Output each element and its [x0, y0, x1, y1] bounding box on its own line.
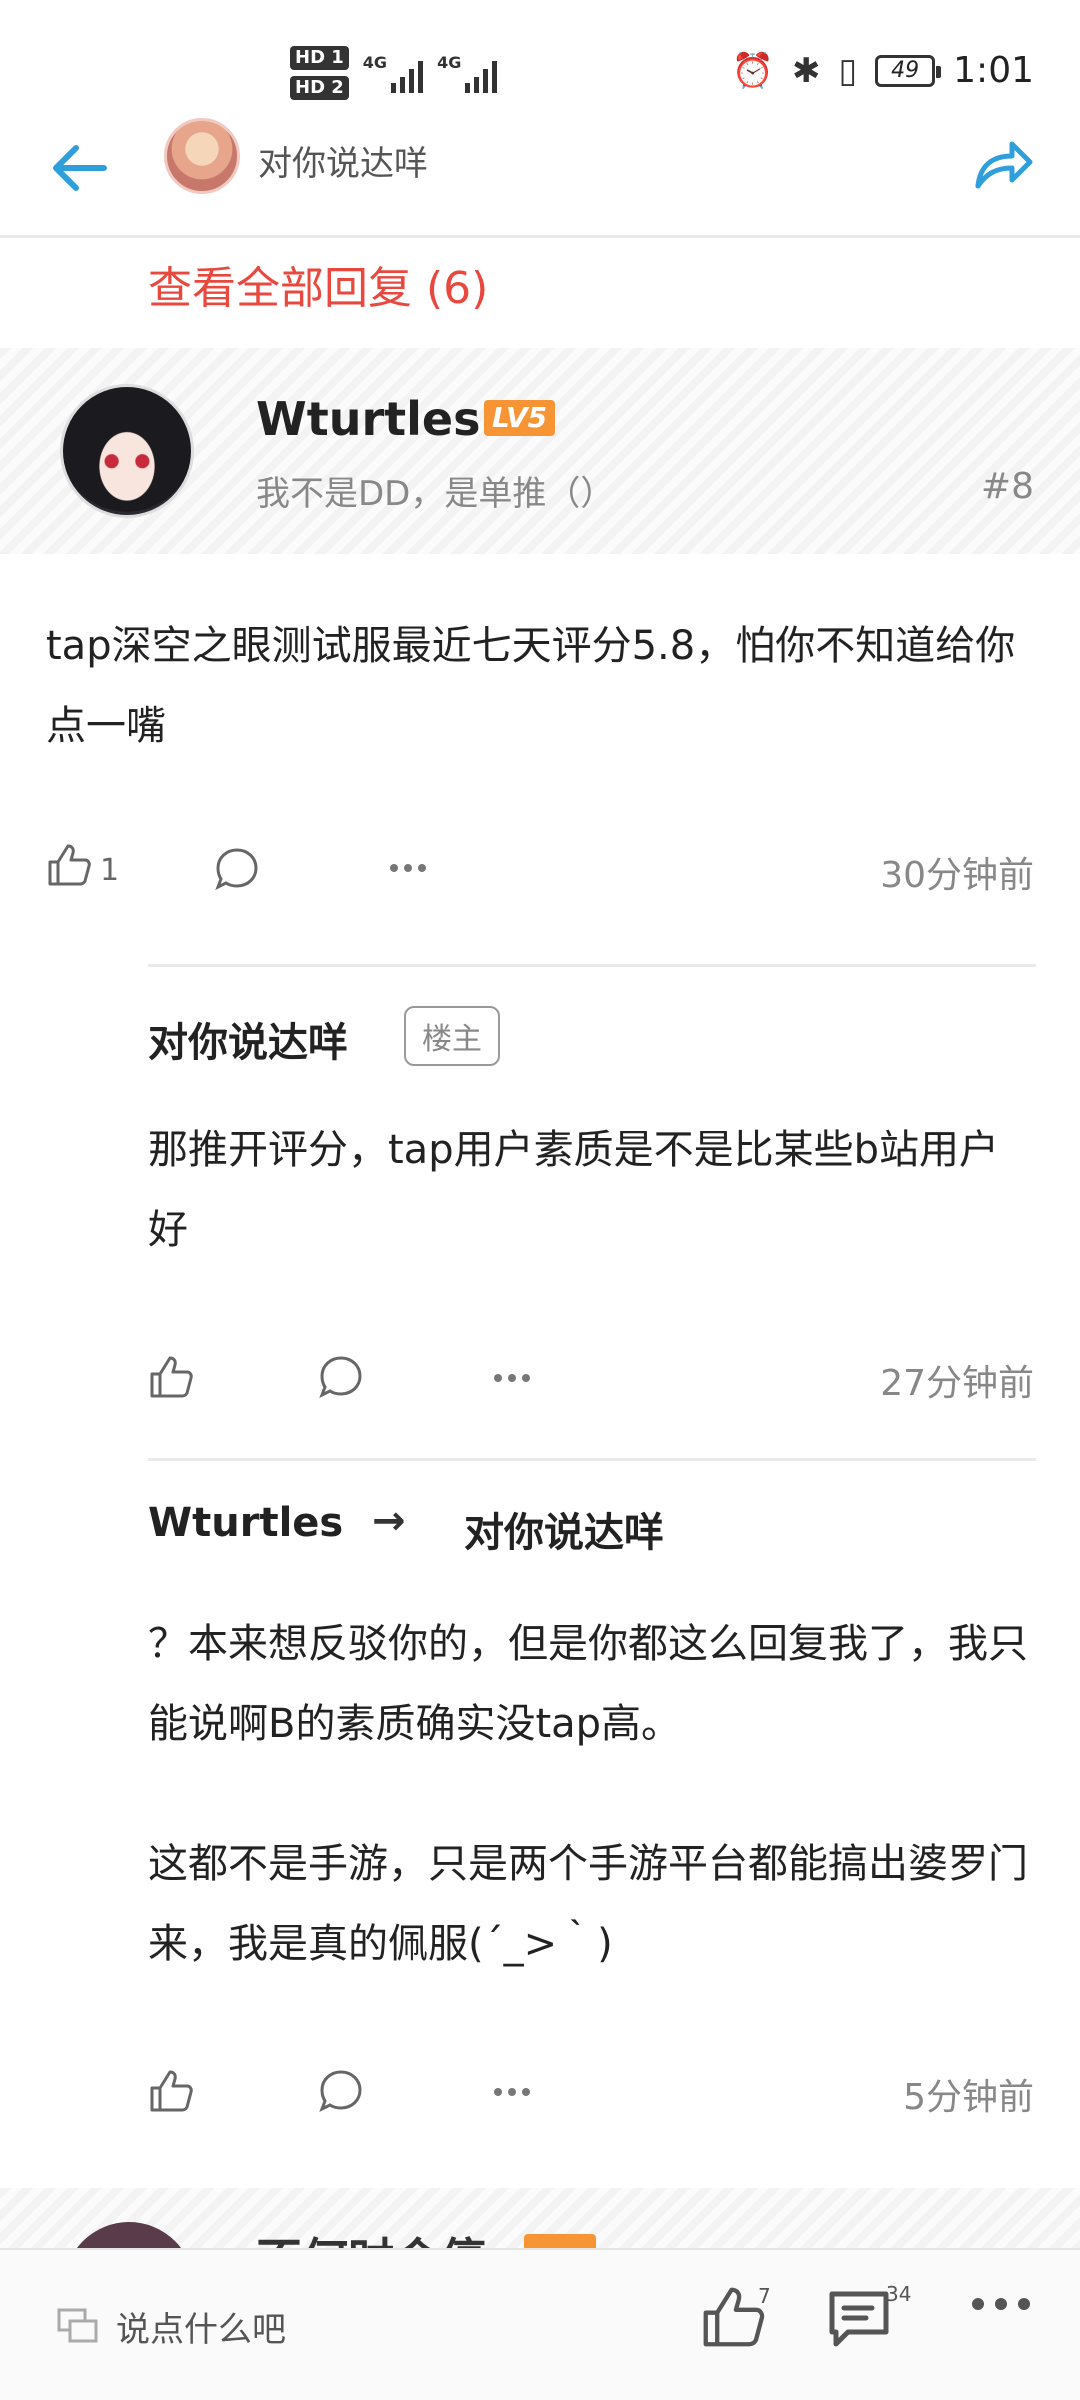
- status-bar: HD 1 HD 2 4G 4G ⏰ ✱ ▯ 49 1:01: [0, 0, 1080, 120]
- more-icon[interactable]: [492, 1370, 532, 1386]
- avatar[interactable]: [64, 2222, 194, 2248]
- comment-placeholder: 说点什么吧: [116, 2310, 286, 2350]
- like-button[interactable]: 1: [46, 842, 119, 888]
- arrow-left-icon: [53, 145, 107, 191]
- next-comment-header: 不何时会停: [0, 2188, 1080, 2248]
- commenter-name[interactable]: Wturtles: [256, 392, 481, 446]
- more-icon[interactable]: [492, 2084, 532, 2100]
- comment-bubble-icon[interactable]: [318, 1354, 364, 1400]
- bottom-bar: 说点什么吧 7 34: [0, 2248, 1080, 2400]
- level-badge: LV5: [484, 400, 556, 436]
- battery-icon: 49: [875, 54, 942, 87]
- network-indicators: HD 1 HD 2 4G 4G: [290, 46, 498, 100]
- reply-to-arrow-icon: →: [372, 1498, 406, 1544]
- level-badge: [524, 2234, 596, 2248]
- more-icon: [972, 2298, 1030, 2310]
- user-signature: 我不是DD，是单推（）: [256, 474, 615, 514]
- comment-count: 34: [886, 2282, 912, 2306]
- comment-edit-icon: [57, 2308, 98, 2342]
- floor-number: #8: [980, 466, 1034, 507]
- top-nav-bar: 对你说达咩: [0, 112, 1080, 238]
- reply-timestamp: 5分钟前: [903, 2077, 1034, 2118]
- comment-header: Wturtles LV5 我不是DD，是单推（） #8: [0, 348, 1080, 554]
- comment-list-icon: [829, 2291, 889, 2347]
- comment-bubble-icon[interactable]: [214, 846, 260, 892]
- host-tag: 楼主: [404, 1006, 500, 1066]
- signal-icon-2: 4G: [437, 53, 498, 93]
- thumbs-up-icon: [703, 2287, 765, 2347]
- clock: 1:01: [953, 50, 1034, 91]
- divider: [148, 964, 1036, 967]
- more-icon[interactable]: [388, 860, 428, 876]
- comment-input[interactable]: 说点什么吧: [56, 2302, 286, 2351]
- share-button[interactable]: [970, 130, 1036, 196]
- comment-text: tap深空之眼测试服最近七天评分5.8，怕你不知道给你点一嘴: [46, 623, 1016, 749]
- thumbs-up-icon: [48, 844, 91, 886]
- system-indicators: ⏰ ✱ ▯ 49 1:01: [732, 50, 1034, 91]
- more-options-button[interactable]: [970, 2294, 1032, 2318]
- back-button[interactable]: [44, 132, 116, 204]
- alarm-icon: ⏰: [731, 50, 774, 91]
- reply-timestamp: 27分钟前: [880, 1363, 1034, 1404]
- vibrate-icon: ▯: [838, 50, 858, 91]
- like-count: 1: [100, 853, 120, 888]
- hd-badge-1: HD 1: [290, 46, 349, 70]
- thumbs-up-icon[interactable]: [148, 1354, 194, 1400]
- view-all-replies-link[interactable]: 查看全部回复 (6): [148, 252, 488, 316]
- reply-text: 这都不是手游，只是两个手游平台都能搞出婆罗门来，我是真的佩服(´_>｀): [148, 1841, 1028, 1967]
- hd-badge-2: HD 2: [290, 76, 349, 100]
- signal-icon-1: 4G: [363, 53, 424, 93]
- reply-author[interactable]: 对你说达咩: [148, 1010, 348, 1068]
- reply-text: ？本来想反驳你的，但是你都这么回复我了，我只能说啊B的素质确实没tap高。: [148, 1621, 1028, 1747]
- comment-timestamp: 30分钟前: [880, 855, 1034, 896]
- reply-author[interactable]: Wturtles: [148, 1500, 343, 1546]
- thumbs-up-icon[interactable]: [148, 2068, 194, 2114]
- comments-button[interactable]: 34: [826, 2282, 911, 2356]
- page-title[interactable]: 对你说达咩: [258, 136, 428, 185]
- bluetooth-icon: ✱: [791, 50, 821, 91]
- avatar[interactable]: [60, 384, 194, 518]
- reply-target[interactable]: 对你说达咩: [464, 1500, 664, 1558]
- divider: [148, 1458, 1036, 1461]
- like-button[interactable]: 7: [700, 2284, 771, 2354]
- author-avatar[interactable]: [164, 118, 240, 194]
- reply-text: 那推开评分，tap用户素质是不是比某些b站用户好: [148, 1127, 999, 1253]
- like-count: 7: [758, 2284, 771, 2308]
- commenter-name[interactable]: 不何时会停: [256, 2224, 486, 2248]
- comment-bubble-icon[interactable]: [318, 2068, 364, 2114]
- share-arrow-icon: [975, 141, 1033, 189]
